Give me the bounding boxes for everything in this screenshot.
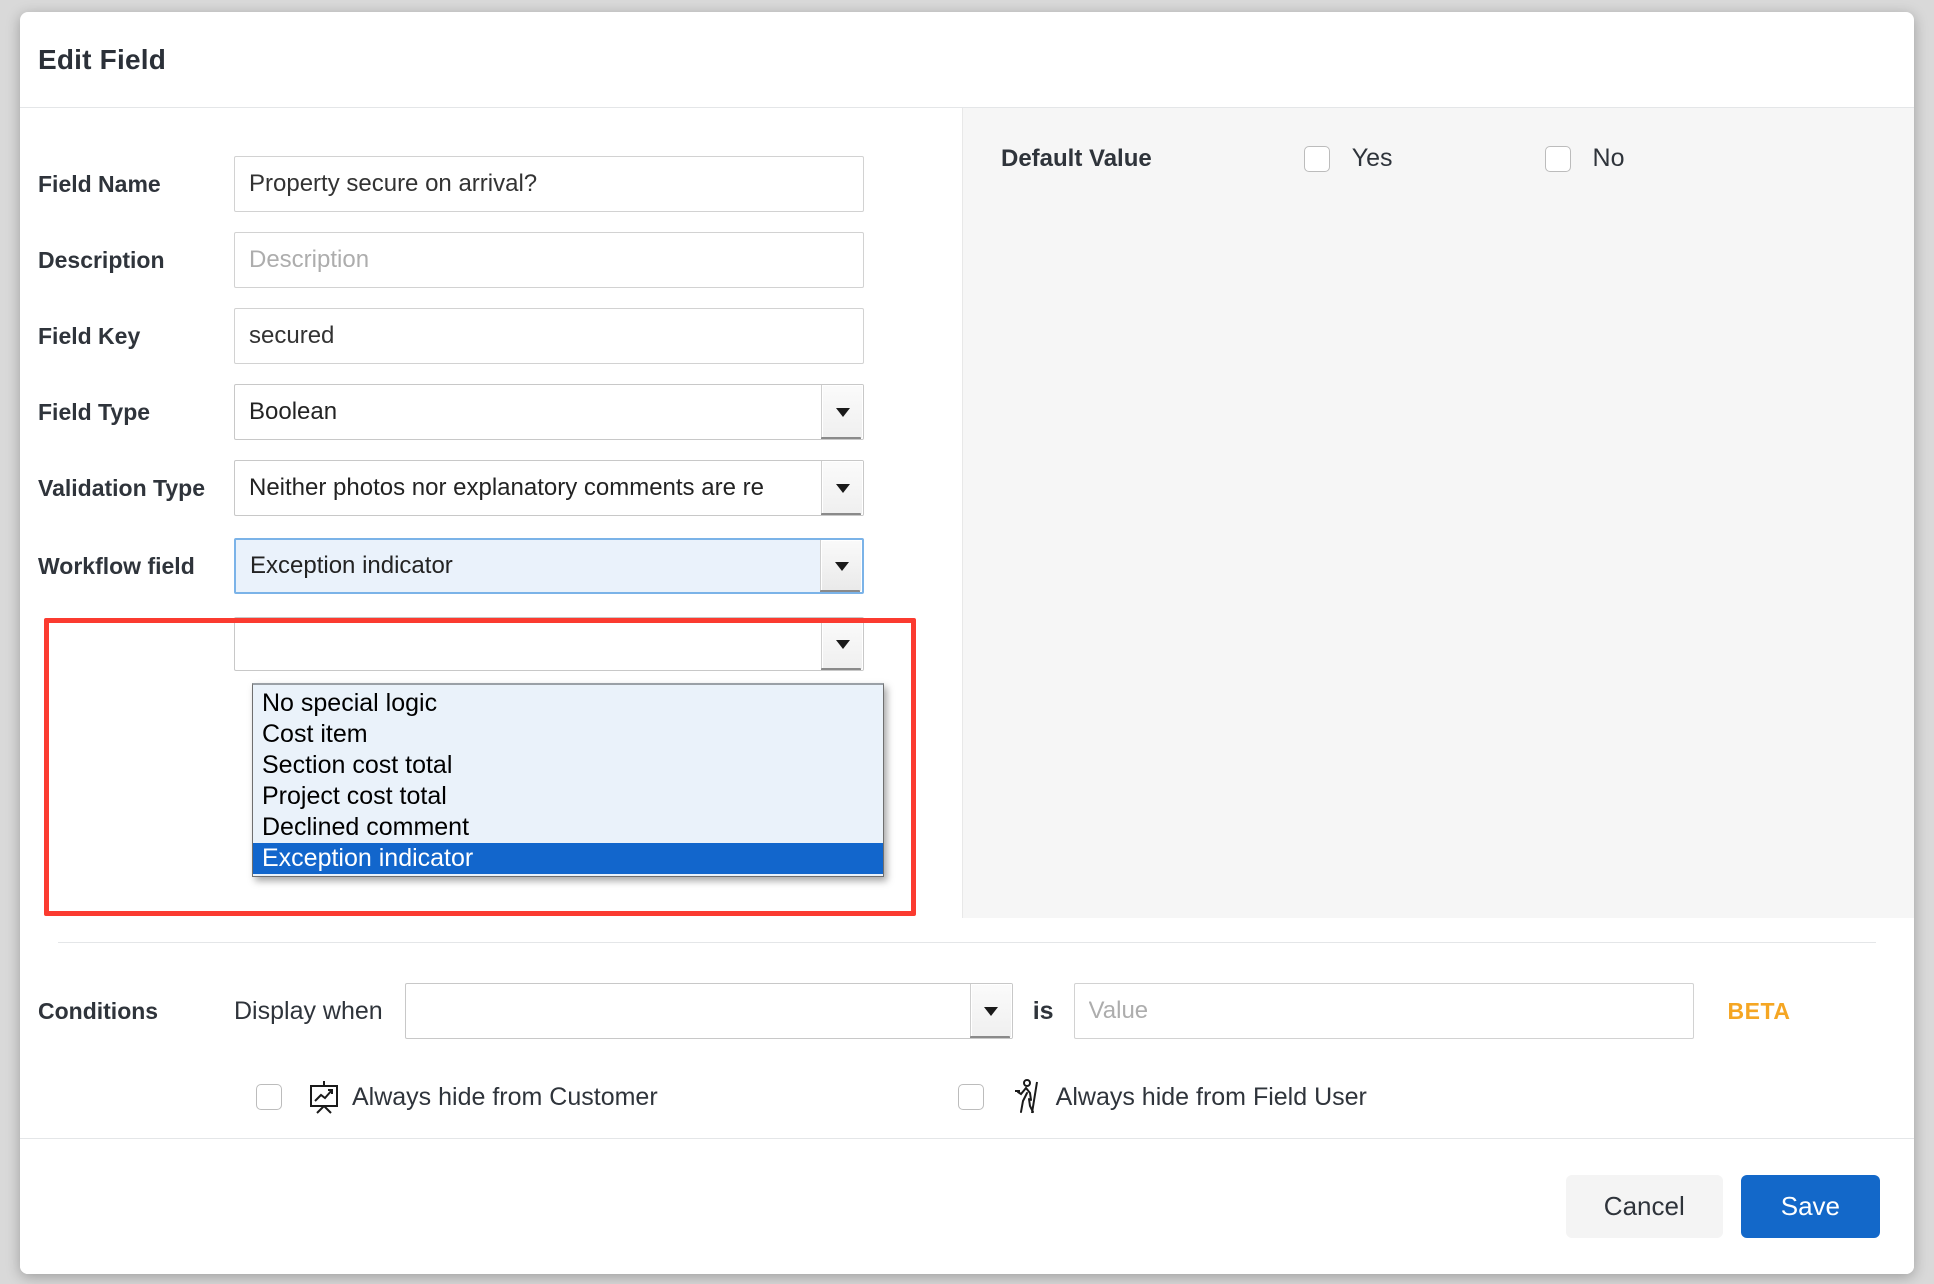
obscured-select-row bbox=[20, 606, 962, 682]
hide-from-field-user-label: Always hide from Field User bbox=[1056, 1083, 1367, 1112]
display-when-select[interactable] bbox=[405, 983, 1013, 1039]
field-type-select[interactable]: Boolean bbox=[234, 384, 864, 440]
hide-from-customer-group[interactable]: Always hide from Customer bbox=[256, 1080, 658, 1114]
dropdown-option[interactable]: Cost item bbox=[253, 719, 883, 750]
select-shadow bbox=[821, 513, 861, 516]
field-key-control bbox=[234, 308, 864, 364]
field-key-input[interactable] bbox=[234, 308, 864, 364]
condition-is-label: is bbox=[1033, 997, 1054, 1026]
save-button[interactable]: Save bbox=[1741, 1175, 1880, 1238]
form-column: Field Name Description Field Key bbox=[20, 108, 962, 918]
conditions-section: Conditions Display when is BETA bbox=[20, 943, 1914, 1115]
validation-type-control: Neither photos nor explanatory comments … bbox=[234, 460, 864, 516]
field-name-label: Field Name bbox=[38, 171, 234, 198]
conditions-display-when-row: Conditions Display when is BETA bbox=[38, 983, 1914, 1039]
field-type-label: Field Type bbox=[38, 399, 234, 426]
field-key-row: Field Key bbox=[20, 298, 962, 374]
dialog-title: Edit Field bbox=[38, 44, 166, 76]
validation-type-select[interactable]: Neither photos nor explanatory comments … bbox=[234, 460, 864, 516]
chevron-down-icon[interactable] bbox=[821, 618, 863, 670]
dialog-footer: Cancel Save bbox=[20, 1138, 1914, 1274]
default-value-yes-label: Yes bbox=[1352, 144, 1393, 173]
field-name-row: Field Name bbox=[20, 146, 962, 222]
hide-from-field-user-group[interactable]: Always hide from Field User bbox=[958, 1079, 1367, 1115]
validation-type-label: Validation Type bbox=[38, 475, 234, 502]
default-value-column: Default Value Yes No bbox=[962, 108, 1914, 918]
hide-from-customer-checkbox[interactable] bbox=[256, 1084, 282, 1110]
edit-field-dialog: Edit Field Field Name Description bbox=[20, 12, 1914, 1274]
field-type-control: Boolean bbox=[234, 384, 864, 440]
dropdown-option[interactable]: Section cost total bbox=[253, 750, 883, 781]
default-value-no-label: No bbox=[1593, 144, 1625, 173]
chevron-down-icon[interactable] bbox=[970, 984, 1012, 1038]
obscured-select[interactable] bbox=[234, 617, 864, 671]
default-value-no-option[interactable]: No bbox=[1545, 144, 1625, 173]
field-key-label: Field Key bbox=[38, 323, 234, 350]
select-shadow bbox=[821, 437, 861, 440]
workflow-field-select[interactable]: Exception indicator bbox=[234, 538, 864, 594]
presentation-chart-icon bbox=[308, 1080, 340, 1114]
display-when-label: Display when bbox=[234, 997, 383, 1026]
default-value-yes-checkbox[interactable] bbox=[1304, 146, 1330, 172]
hiker-icon bbox=[1010, 1079, 1044, 1115]
dropdown-option[interactable]: Project cost total bbox=[253, 781, 883, 812]
select-shadow bbox=[821, 668, 861, 671]
hide-from-field-user-checkbox[interactable] bbox=[958, 1084, 984, 1110]
dropdown-option[interactable]: Declined comment bbox=[253, 812, 883, 843]
chevron-down-icon[interactable] bbox=[821, 385, 863, 439]
workflow-field-dropdown-list[interactable]: No special logic Cost item Section cost … bbox=[252, 683, 884, 877]
cancel-button[interactable]: Cancel bbox=[1566, 1175, 1723, 1238]
default-value-yes-option[interactable]: Yes bbox=[1304, 144, 1393, 173]
hide-options-row: Always hide from Customer bbox=[38, 1079, 1914, 1115]
default-value-no-checkbox[interactable] bbox=[1545, 146, 1571, 172]
workflow-field-label: Workflow field bbox=[38, 553, 234, 580]
chevron-down-icon[interactable] bbox=[820, 540, 862, 592]
select-shadow bbox=[820, 590, 860, 594]
description-label: Description bbox=[38, 247, 234, 274]
conditions-title: Conditions bbox=[38, 998, 234, 1025]
description-row: Description bbox=[20, 222, 962, 298]
chevron-down-icon[interactable] bbox=[821, 461, 863, 515]
default-value-label: Default Value bbox=[1001, 145, 1152, 173]
dialog-body: Field Name Description Field Key bbox=[20, 108, 1914, 918]
screen: Edit Field Field Name Description bbox=[0, 0, 1934, 1284]
field-name-control bbox=[234, 156, 864, 212]
dialog-header: Edit Field bbox=[20, 12, 1914, 108]
default-value-row: Default Value Yes No bbox=[1001, 144, 1914, 173]
beta-badge: BETA bbox=[1728, 998, 1791, 1025]
workflow-field-value: Exception indicator bbox=[250, 552, 453, 580]
condition-value-input[interactable] bbox=[1074, 983, 1694, 1039]
obscured-control bbox=[234, 617, 864, 671]
dropdown-option-selected[interactable]: Exception indicator bbox=[253, 843, 883, 874]
select-shadow bbox=[970, 1036, 1010, 1039]
field-name-input[interactable] bbox=[234, 156, 864, 212]
description-input[interactable] bbox=[234, 232, 864, 288]
field-type-value: Boolean bbox=[249, 398, 337, 426]
workflow-field-control: Exception indicator bbox=[234, 538, 864, 594]
description-control bbox=[234, 232, 864, 288]
hide-from-customer-label: Always hide from Customer bbox=[352, 1083, 658, 1112]
validation-type-row: Validation Type Neither photos nor expla… bbox=[20, 450, 962, 526]
dropdown-option[interactable]: No special logic bbox=[253, 688, 883, 719]
field-type-row: Field Type Boolean bbox=[20, 374, 962, 450]
workflow-field-row: Workflow field Exception indicator bbox=[20, 526, 962, 606]
validation-type-value: Neither photos nor explanatory comments … bbox=[249, 474, 764, 502]
